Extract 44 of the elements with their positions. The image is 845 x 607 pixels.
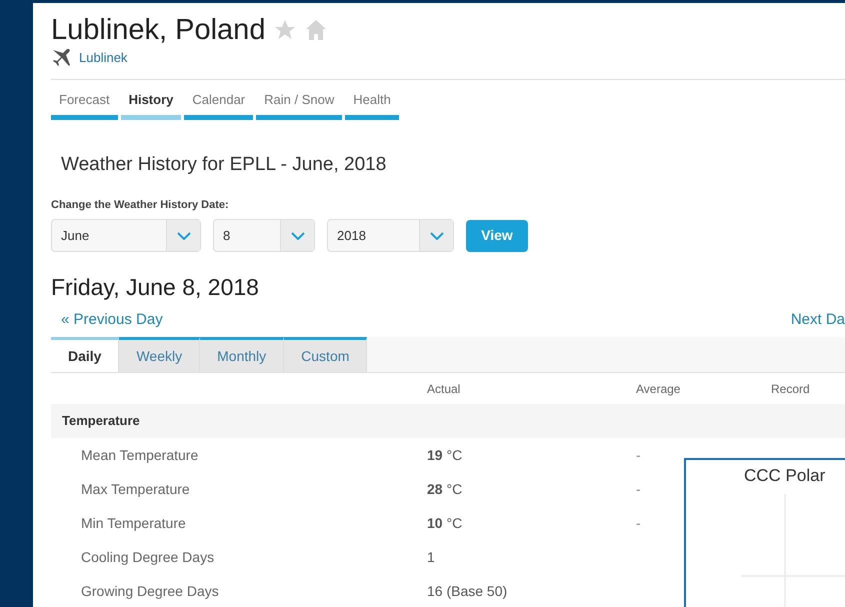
- view-tab[interactable]: Custom: [284, 337, 368, 372]
- date-select[interactable]: June: [51, 219, 201, 252]
- chevron-down-icon: [290, 232, 304, 240]
- view-tab[interactable]: Monthly: [200, 337, 284, 372]
- average-value: -: [636, 514, 641, 532]
- star-icon[interactable]: [273, 18, 298, 42]
- nav-tab[interactable]: Forecast: [51, 88, 118, 120]
- location-title: Lublinek, Poland: [51, 16, 266, 44]
- column-header: Record: [771, 380, 810, 398]
- actual-value: 16 (Base 50): [427, 582, 508, 598]
- column-header: Actual: [427, 380, 462, 398]
- date-form-label: Change the Weather History Date:: [51, 198, 230, 212]
- nav-tab[interactable]: Rain / Snow: [256, 88, 342, 120]
- row-label: Growing Degree Days: [80, 582, 220, 601]
- row-label: Max Temperature: [80, 480, 191, 499]
- chevron-down-icon: [430, 232, 444, 240]
- date-select[interactable]: 8: [213, 219, 315, 252]
- next-day-link[interactable]: Next Da: [790, 308, 845, 331]
- column-header: Average: [636, 380, 682, 398]
- airport-link[interactable]: Lublinek: [79, 48, 128, 68]
- view-tab[interactable]: Weekly: [119, 337, 200, 372]
- chevron-down-icon: [176, 232, 190, 240]
- nav-tab[interactable]: Calendar: [184, 88, 254, 120]
- day-heading: Friday, June 8, 2018: [51, 273, 260, 302]
- page-title: Weather History for EPLL - June, 2018: [61, 153, 388, 177]
- row-label: Min Temperature: [80, 514, 187, 533]
- actual-value: 10 °C: [427, 514, 462, 530]
- previous-day-link[interactable]: « Previous Day: [61, 308, 163, 331]
- view-button[interactable]: View: [466, 220, 528, 252]
- section-heading: Temperature: [62, 412, 140, 430]
- home-icon[interactable]: [305, 19, 328, 41]
- actual-value: 1: [427, 548, 435, 564]
- average-value: -: [636, 446, 641, 464]
- nav-tab[interactable]: Health: [345, 88, 399, 120]
- view-tab[interactable]: Daily: [51, 337, 120, 372]
- date-select[interactable]: 2018: [327, 219, 454, 252]
- airplane-icon: [51, 48, 71, 67]
- actual-value: 28 °C: [427, 480, 462, 496]
- popup-title: CCC Polar: [744, 465, 826, 487]
- row-label: Mean Temperature: [80, 446, 200, 465]
- actual-value: 19 °C: [427, 446, 462, 462]
- row-label: Cooling Degree Days: [80, 548, 216, 567]
- nav-tab[interactable]: History: [120, 88, 182, 120]
- average-value: -: [636, 480, 641, 498]
